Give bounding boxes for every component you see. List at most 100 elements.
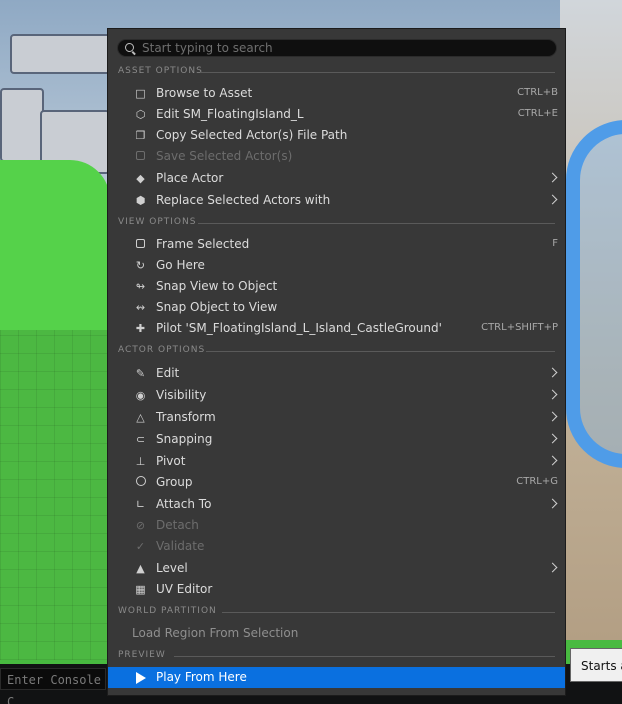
menu-item-visibility[interactable]: ◉ Visibility xyxy=(108,385,565,406)
menu-item-label: UV Editor xyxy=(156,582,213,596)
place-actor-icon: ◆ xyxy=(136,172,145,185)
menu-item-save-selected: Save Selected Actor(s) xyxy=(108,146,565,167)
menu-item-play-from-here[interactable]: Play From Here xyxy=(108,667,565,688)
chevron-right-icon xyxy=(547,562,558,573)
menu-item-label: Edit SM_FloatingIsland_L xyxy=(156,107,304,121)
menu-item-label: Browse to Asset xyxy=(156,86,253,100)
tooltip: Starts a xyxy=(570,648,622,682)
play-icon xyxy=(134,671,147,684)
menu-item-transform[interactable]: △ Transform xyxy=(108,407,565,428)
section-actor-options: ACTOR OPTIONS xyxy=(118,343,555,359)
menu-item-label: Detach xyxy=(156,518,199,532)
save-icon xyxy=(134,150,147,163)
search-input[interactable] xyxy=(142,40,542,56)
copy-icon: ❐ xyxy=(135,129,146,142)
section-divider xyxy=(206,351,555,352)
section-title: ASSET OPTIONS xyxy=(118,66,203,76)
static-mesh-icon: ⬡ xyxy=(135,108,146,121)
menu-item-attach-to[interactable]: ∟ Attach To xyxy=(108,494,565,515)
chevron-right-icon xyxy=(547,433,558,444)
menu-item-label: Save Selected Actor(s) xyxy=(156,149,293,163)
menu-item-frame-selected[interactable]: Frame Selected F xyxy=(108,234,565,255)
menu-item-edit-asset[interactable]: ⬡ Edit SM_FloatingIsland_L CTRL+E xyxy=(108,104,565,125)
snap-view-icon: ↬ xyxy=(135,280,146,293)
menu-item-uv-editor[interactable]: ▦ UV Editor xyxy=(108,579,565,600)
search-box[interactable] xyxy=(117,39,557,57)
level-icon: ▲ xyxy=(136,562,145,575)
menu-item-label: Pilot 'SM_FloatingIsland_L_Island_Castle… xyxy=(156,321,442,335)
menu-item-label: Pivot xyxy=(156,454,186,468)
transform-icon: △ xyxy=(136,411,145,424)
paperclip-icon: ∟ xyxy=(135,498,146,511)
chevron-right-icon xyxy=(547,172,558,183)
menu-item-label: Snapping xyxy=(156,432,213,446)
menu-item-level[interactable]: ▲ Level xyxy=(108,558,565,579)
frame-icon xyxy=(134,238,147,251)
section-title: VIEW OPTIONS xyxy=(118,217,197,227)
blue-ring-structure xyxy=(566,120,622,468)
console-input[interactable]: Enter Console C xyxy=(0,668,106,704)
menu-item-go-here[interactable]: ↻ Go Here xyxy=(108,255,565,276)
pencil-icon: ✎ xyxy=(135,367,146,380)
menu-item-label: Validate xyxy=(156,539,205,553)
menu-item-label: Frame Selected xyxy=(156,237,250,251)
uv-grid-icon: ▦ xyxy=(135,583,146,596)
stone-block xyxy=(10,34,112,74)
menu-item-copy-file-path[interactable]: ❐ Copy Selected Actor(s) File Path xyxy=(108,125,565,146)
chevron-right-icon xyxy=(547,411,558,422)
menu-item-label: Attach To xyxy=(156,497,212,511)
menu-item-group[interactable]: Group CTRL+G xyxy=(108,472,565,493)
chevron-right-icon xyxy=(547,455,558,466)
menu-item-label: Place Actor xyxy=(156,171,224,185)
menu-item-label: Snap Object to View xyxy=(156,300,278,314)
section-preview: PREVIEW xyxy=(118,648,555,664)
menu-item-detach: ⊘ Detach xyxy=(108,515,565,536)
menu-item-validate: ✓ Validate xyxy=(108,536,565,557)
menu-item-pivot[interactable]: ⊥ Pivot xyxy=(108,451,565,472)
eye-icon: ◉ xyxy=(135,389,146,402)
menu-item-place-actor[interactable]: ◆ Place Actor xyxy=(108,168,565,189)
menu-item-label: Copy Selected Actor(s) File Path xyxy=(156,128,348,142)
search-icon xyxy=(125,43,134,52)
menu-item-browse-to-asset[interactable]: □ Browse to Asset CTRL+B xyxy=(108,83,565,104)
detach-icon: ⊘ xyxy=(135,519,146,532)
section-view-options: VIEW OPTIONS xyxy=(118,215,555,231)
menu-item-label: Load Region From Selection xyxy=(132,626,299,640)
menu-item-pilot[interactable]: ✚ Pilot 'SM_FloatingIsland_L_Island_Cast… xyxy=(108,318,565,339)
actor-context-menu: ASSET OPTIONS □ Browse to Asset CTRL+B ⬡… xyxy=(107,28,566,696)
menu-item-edit[interactable]: ✎ Edit xyxy=(108,363,565,384)
menu-item-snap-view-to-object[interactable]: ↬ Snap View to Object xyxy=(108,276,565,297)
section-asset-options: ASSET OPTIONS xyxy=(118,64,555,80)
menu-item-shortcut: F xyxy=(552,238,558,249)
section-title: ACTOR OPTIONS xyxy=(118,345,206,355)
menu-item-label: Level xyxy=(156,561,188,575)
menu-item-label: Visibility xyxy=(156,388,207,402)
menu-item-snap-object-to-view[interactable]: ↭ Snap Object to View xyxy=(108,297,565,318)
menu-item-label: Transform xyxy=(156,410,216,424)
menu-item-snapping[interactable]: ⊂ Snapping xyxy=(108,429,565,450)
group-icon xyxy=(134,476,147,489)
chevron-right-icon xyxy=(547,389,558,400)
magnet-icon: ⊂ xyxy=(135,433,146,446)
menu-item-load-region[interactable]: Load Region From Selection xyxy=(108,623,565,644)
section-title: PREVIEW xyxy=(118,650,166,660)
section-world-partition: WORLD PARTITION xyxy=(118,604,555,620)
stone-block xyxy=(0,88,44,162)
section-divider xyxy=(198,223,555,224)
chevron-right-icon xyxy=(547,367,558,378)
menu-item-replace-actors[interactable]: ⬢ Replace Selected Actors with xyxy=(108,190,565,211)
snap-object-icon: ↭ xyxy=(135,301,146,314)
section-divider xyxy=(222,612,555,613)
grass-terrain xyxy=(0,160,110,340)
pivot-icon: ⊥ xyxy=(135,455,146,468)
menu-item-shortcut: CTRL+SHIFT+P xyxy=(481,322,558,333)
folder-search-icon: □ xyxy=(135,87,146,100)
section-divider xyxy=(174,656,555,657)
menu-item-label: Replace Selected Actors with xyxy=(156,193,331,207)
menu-item-label: Edit xyxy=(156,366,180,380)
chevron-right-icon xyxy=(547,194,558,205)
section-title: WORLD PARTITION xyxy=(118,606,217,616)
replace-icon: ⬢ xyxy=(135,194,146,207)
menu-item-shortcut: CTRL+G xyxy=(516,476,558,487)
menu-item-label: Play From Here xyxy=(156,670,247,684)
